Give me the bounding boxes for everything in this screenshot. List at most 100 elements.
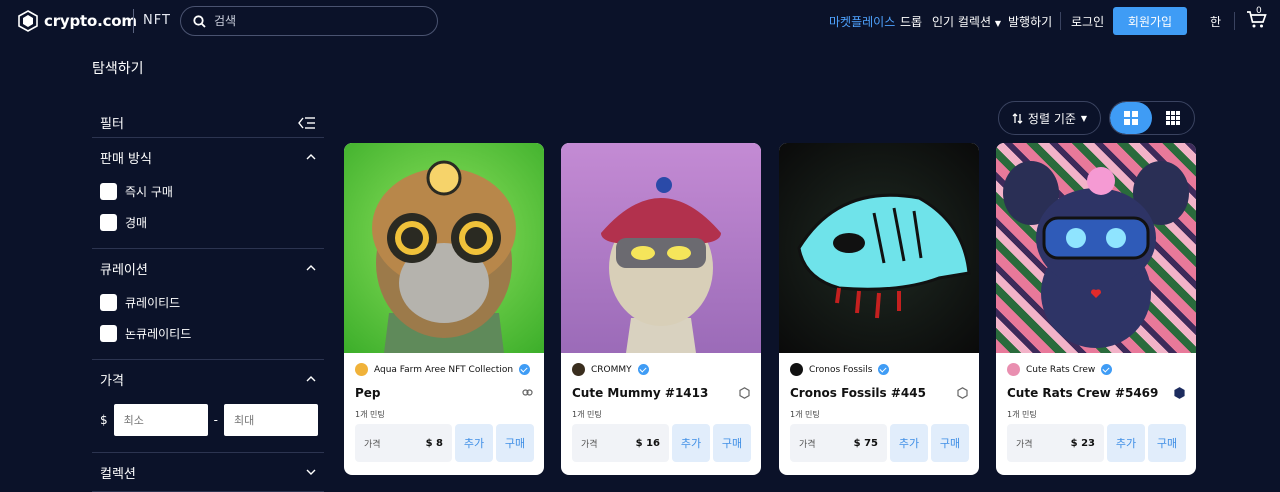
buy-button[interactable]: 구매	[1148, 424, 1186, 462]
sale-method-toggle[interactable]: 판매 방식	[100, 138, 316, 176]
nft-card[interactable]: Cute Rats Crew Cute Rats Crew #5469 1개 민…	[996, 143, 1196, 475]
curation-toggle[interactable]: 큐레이션	[100, 249, 316, 287]
small-grid-icon	[1166, 111, 1180, 125]
sale-method-title: 판매 방식	[100, 151, 152, 167]
verified-icon	[519, 364, 531, 375]
collection-avatar	[355, 363, 368, 376]
filter-option-non-curated[interactable]: 논큐레이티드	[100, 318, 316, 349]
buy-button[interactable]: 구매	[713, 424, 751, 462]
nft-name: Pep	[355, 386, 381, 400]
sort-button[interactable]: 정렬 기준 ▼	[998, 101, 1101, 135]
nft-card[interactable]: CROMMY Cute Mummy #1413 1개 민팅 가격 $ 16 추가…	[561, 143, 761, 475]
search-input[interactable]	[214, 14, 414, 28]
price-max-input[interactable]	[223, 404, 318, 436]
range-dash: -	[213, 413, 218, 427]
logo-nft-label: NFT	[143, 13, 171, 28]
collection-avatar	[1007, 363, 1020, 376]
nft-image[interactable]	[561, 143, 761, 353]
top-nav: crypto.com NFT 마켓플레이스 드롭 인기 컬렉션 ▼ 발행하기 로…	[0, 0, 1280, 44]
collapse-filter-icon[interactable]	[298, 116, 316, 130]
language-toggle[interactable]: 한	[1210, 13, 1221, 30]
add-to-cart-button[interactable]: 추가	[672, 424, 710, 462]
nft-name: Cronos Fossils #445	[790, 386, 926, 400]
nft-image[interactable]	[996, 143, 1196, 353]
nft-art-character	[601, 177, 721, 353]
collection-row[interactable]: Cute Rats Crew	[1007, 363, 1113, 376]
option-label: 즉시 구매	[125, 185, 173, 199]
nav-drops[interactable]: 드롭	[900, 13, 922, 30]
filter-title: 필터	[100, 117, 124, 132]
checkbox[interactable]	[100, 183, 117, 200]
add-to-cart-button[interactable]: 추가	[890, 424, 928, 462]
page-title: 탐색하기	[92, 61, 144, 77]
nav-divider-2	[1234, 12, 1235, 30]
nft-name: Cute Rats Crew #5469	[1007, 386, 1159, 400]
nav-issue[interactable]: 발행하기	[1008, 13, 1052, 30]
price-toggle[interactable]: 가격	[100, 360, 316, 398]
collection-avatar	[572, 363, 585, 376]
large-grid-button[interactable]	[1110, 102, 1152, 134]
filter-header: 필터	[92, 108, 324, 138]
nft-card[interactable]: Cronos Fossils Cronos Fossils #445 1개 민팅…	[779, 143, 979, 475]
collection-name: Aqua Farm Aree NFT Collection	[374, 364, 514, 375]
add-to-cart-button[interactable]: 추가	[455, 424, 493, 462]
collection-name: Cronos Fossils	[809, 364, 873, 375]
price-box: 가격 $ 75	[790, 424, 887, 462]
collection-name: Cute Rats Crew	[1026, 364, 1096, 375]
filter-option-curated[interactable]: 큐레이티드	[100, 287, 316, 318]
filter-option-buy-now[interactable]: 즉시 구매	[100, 176, 316, 207]
price-box: 가격 $ 23	[1007, 424, 1104, 462]
price-min-input[interactable]	[113, 404, 208, 436]
curation-section: 큐레이션 큐레이티드 논큐레이티드	[92, 249, 324, 360]
sale-method-section: 판매 방식 즉시 구매 경매	[92, 138, 324, 249]
sort-label: 정렬 기준	[1027, 111, 1076, 126]
login-link[interactable]: 로그인	[1071, 13, 1104, 30]
nft-image[interactable]	[779, 143, 979, 353]
price-value: $ 16	[635, 437, 660, 449]
large-grid-icon	[1124, 111, 1138, 125]
price-box: 가격 $ 8	[355, 424, 452, 462]
filter-sidebar: 필터 판매 방식 즉시 구매 경매 큐레이션 큐레이티드 논큐레이티드 가격 $…	[92, 108, 324, 492]
chevron-down-icon	[306, 469, 316, 475]
collection-title: 컬렉션	[100, 466, 136, 482]
price-range: $ -	[100, 398, 318, 442]
signup-button[interactable]: 회원가입	[1113, 7, 1187, 35]
price-value: $ 75	[853, 437, 878, 449]
search-box[interactable]	[180, 6, 438, 36]
filter-option-auction[interactable]: 경매	[100, 207, 316, 238]
nft-image[interactable]	[344, 143, 544, 353]
logo-divider	[133, 9, 134, 33]
nav-popular-collections[interactable]: 인기 컬렉션 ▼	[932, 13, 1001, 30]
buy-button[interactable]: 구매	[496, 424, 534, 462]
checkbox[interactable]	[100, 294, 117, 311]
collection-toggle[interactable]: 컬렉션	[100, 453, 316, 491]
add-to-cart-button[interactable]: 추가	[1107, 424, 1145, 462]
caret-down-icon: ▼	[1080, 113, 1088, 123]
chevron-up-icon	[306, 154, 316, 160]
option-label: 경매	[125, 216, 148, 230]
cronos-chain-icon	[1174, 387, 1185, 399]
nft-art-fossil	[797, 193, 971, 319]
price-label: 가격	[1016, 439, 1033, 450]
small-grid-button[interactable]	[1152, 102, 1194, 134]
price-label: 가격	[581, 439, 598, 450]
crypto-logo-icon	[18, 10, 38, 32]
logo[interactable]: crypto.com	[18, 10, 137, 32]
nft-art-rat	[1003, 161, 1189, 348]
logo-text: crypto.com	[44, 12, 137, 30]
curation-title: 큐레이션	[100, 262, 148, 278]
collection-section: 컬렉션	[92, 453, 324, 492]
collection-row[interactable]: CROMMY	[572, 363, 649, 376]
nft-card[interactable]: Aqua Farm Aree NFT Collection Pep 1개 민팅 …	[344, 143, 544, 475]
price-value: $ 8	[425, 437, 443, 449]
checkbox[interactable]	[100, 214, 117, 231]
collection-row[interactable]: Cronos Fossils	[790, 363, 890, 376]
price-box: 가격 $ 16	[572, 424, 669, 462]
checkbox[interactable]	[100, 325, 117, 342]
nav-marketplace[interactable]: 마켓플레이스	[829, 13, 895, 30]
cronos-chain-icon	[957, 387, 968, 399]
view-toggle	[1109, 101, 1195, 135]
buy-button[interactable]: 구매	[931, 424, 969, 462]
collection-row[interactable]: Aqua Farm Aree NFT Collection	[355, 363, 531, 376]
mint-count: 1개 민팅	[355, 410, 385, 419]
